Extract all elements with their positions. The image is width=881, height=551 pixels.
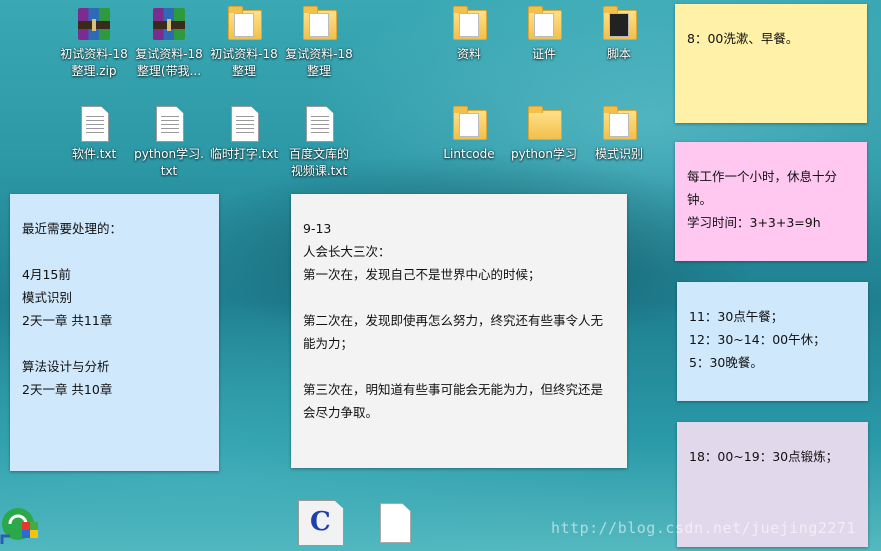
desktop-icon-folder-lintcode[interactable]: Lintcode — [429, 104, 509, 163]
folder-icon — [449, 4, 489, 44]
icon-label: 模式识别 — [594, 147, 643, 161]
sticky-note-todo[interactable]: 最近需要处理的： 4月15前 模式识别 2天一章 共11章 算法设计与分析 2天… — [10, 194, 219, 471]
blank-file-icon[interactable] — [380, 503, 411, 543]
desktop-icon-txt-4[interactable]: 百度文库的 视频课.txt — [279, 104, 359, 180]
folder-icon — [524, 4, 564, 44]
desktop-icon-txt-1[interactable]: 软件.txt — [54, 104, 134, 163]
icon-label: Lintcode — [443, 147, 495, 161]
folder-icon — [599, 104, 639, 144]
c-letter: C — [310, 507, 331, 537]
icon-label: python学习. txt — [134, 147, 204, 178]
text-file-icon — [224, 104, 264, 144]
icon-label: 证件 — [531, 47, 556, 61]
desktop-icon-zip-1[interactable]: 初试资料-18 整理.zip — [54, 4, 134, 80]
text-file-icon — [299, 104, 339, 144]
desktop-icon-folder-2[interactable]: 复试资料-18 整理 — [279, 4, 359, 80]
icon-label: 资料 — [456, 47, 481, 61]
icon-label: 临时打字.txt — [209, 147, 279, 161]
desktop-icon-folder-zhengjian[interactable]: 证件 — [504, 4, 584, 63]
text-file-icon — [149, 104, 189, 144]
sticky-note-morning[interactable]: 8：00洗漱、早餐。 — [675, 4, 867, 123]
desktop-icon-folder-python[interactable]: python学习 — [504, 104, 584, 163]
icon-label: 初试资料-18 整理 — [210, 47, 278, 78]
folder-icon — [524, 104, 564, 144]
archive-icon — [149, 4, 189, 44]
folder-icon — [299, 4, 339, 44]
icon-label: 脚本 — [606, 47, 631, 61]
folder-icon — [449, 104, 489, 144]
sticky-note-meals[interactable]: 11：30点午餐； 12：30~14：00午休； 5：30晚餐。 — [677, 282, 868, 401]
network-shortcut-icon[interactable] — [0, 500, 44, 544]
sticky-note-quote[interactable]: 9-13 人会长大三次： 第一次在，发现自己不是世界中心的时候； 第二次在，发现… — [291, 194, 627, 468]
text-file-icon — [74, 104, 114, 144]
folder-icon — [599, 4, 639, 44]
sticky-note-break[interactable]: 每工作一个小时，休息十分钟。 学习时间：3+3+3=9h — [675, 142, 867, 261]
desktop-icon-txt-3[interactable]: 临时打字.txt — [204, 104, 284, 163]
desktop-icon-folder-ziliao[interactable]: 资料 — [429, 4, 509, 63]
icon-label: 软件.txt — [71, 147, 117, 161]
archive-icon — [74, 4, 114, 44]
desktop-icon-folder-1[interactable]: 初试资料-18 整理 — [204, 4, 284, 80]
desktop-icon-zip-2[interactable]: 复试资料-18 整理(带我... — [129, 4, 209, 80]
icon-label: 百度文库的 视频课.txt — [288, 147, 349, 178]
watermark: http://blog.csdn.net/juejing2271 — [551, 519, 856, 537]
desktop-icon-folder-pattern[interactable]: 模式识别 — [579, 104, 659, 163]
folder-icon — [224, 4, 264, 44]
icon-label: python学习 — [511, 147, 577, 161]
c-source-file-icon[interactable]: C — [298, 500, 344, 546]
icon-label: 复试资料-18 整理 — [285, 47, 353, 78]
icon-label: 复试资料-18 整理(带我... — [135, 47, 203, 78]
icon-label: 初试资料-18 整理.zip — [60, 47, 128, 78]
desktop-icon-folder-jiaoben[interactable]: 脚本 — [579, 4, 659, 63]
desktop-icon-txt-2[interactable]: python学习. txt — [129, 104, 209, 180]
